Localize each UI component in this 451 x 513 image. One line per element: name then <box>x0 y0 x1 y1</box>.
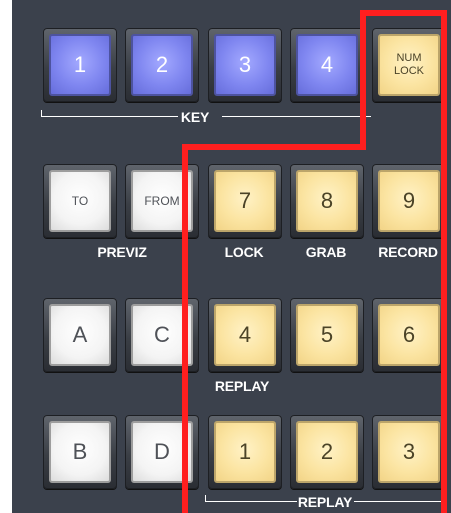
record-label: RECORD <box>378 244 438 260</box>
key-2b-label: 2 <box>320 439 334 464</box>
key-b-button[interactable]: B <box>43 415 117 489</box>
to-button[interactable]: TO <box>43 164 117 238</box>
key-4b-cap: 4 <box>214 304 276 366</box>
key-1-label: 1 <box>73 52 87 77</box>
key-2b-button[interactable]: 2 <box>290 415 364 489</box>
key-7-cap: 7 <box>214 170 276 232</box>
highlight-right-edge <box>441 10 447 513</box>
highlight-top-edge <box>360 10 447 16</box>
key-c-label: C <box>154 322 170 347</box>
key-a-button[interactable]: A <box>43 298 117 372</box>
key-group-rule-left <box>41 116 178 117</box>
key-9-label: 9 <box>402 188 416 213</box>
key-3b-cap: 3 <box>378 421 440 483</box>
previz-label: PREVIZ <box>97 244 147 260</box>
key-7-label: 7 <box>238 188 252 213</box>
key-b-cap: B <box>49 421 111 483</box>
key-1b-cap: 1 <box>214 421 276 483</box>
key-1-button[interactable]: 1 <box>43 28 117 102</box>
replay-group-tick-left <box>205 495 206 502</box>
to-cap: TO <box>49 170 111 232</box>
key-5-button[interactable]: 5 <box>290 298 364 372</box>
key-a-cap: A <box>49 304 111 366</box>
from-label: FROM <box>144 194 180 208</box>
to-label: TO <box>71 194 89 208</box>
highlight-upper-left-edge <box>360 10 366 150</box>
key-3-cap: 3 <box>214 34 276 96</box>
key-d-label: D <box>154 439 170 464</box>
key-3-button[interactable]: 3 <box>208 28 282 102</box>
key-1b-label: 1 <box>238 439 252 464</box>
key-2-button[interactable]: 2 <box>125 28 199 102</box>
highlight-middle-edge <box>182 144 366 150</box>
key-4b-button[interactable]: 4 <box>208 298 282 372</box>
key-5-cap: 5 <box>296 304 358 366</box>
key-8-label: 8 <box>320 188 334 213</box>
num-lock-line-1: NUM <box>396 52 422 65</box>
replay-group-rule-left <box>205 501 297 502</box>
key-3b-button[interactable]: 3 <box>372 415 446 489</box>
keypad-panel: 1 2 3 4 NUM LOCK KEY TO FROM 7 8 9 PREVI… <box>12 0 451 513</box>
key-9-button[interactable]: 9 <box>372 164 446 238</box>
key-6-button[interactable]: 6 <box>372 298 446 372</box>
key-group-label: KEY <box>180 109 210 125</box>
key-5-label: 5 <box>320 322 334 347</box>
key-4b-label: 4 <box>238 322 252 347</box>
key-b-label: B <box>72 439 88 464</box>
key-6-cap: 6 <box>378 304 440 366</box>
key-2-cap: 2 <box>131 34 193 96</box>
key-7-button[interactable]: 7 <box>208 164 282 238</box>
key-2-label: 2 <box>155 52 169 77</box>
replay-label-row3: REPLAY <box>214 378 270 394</box>
lock-label: LOCK <box>224 244 264 260</box>
grab-label: GRAB <box>305 244 347 260</box>
key-3-label: 3 <box>238 52 252 77</box>
key-1b-button[interactable]: 1 <box>208 415 282 489</box>
num-lock-label: NUM LOCK <box>394 52 424 77</box>
num-lock-cap: NUM LOCK <box>378 34 440 96</box>
key-4-button[interactable]: 4 <box>290 28 364 102</box>
key-1-cap: 1 <box>49 34 111 96</box>
key-4-cap: 4 <box>296 34 358 96</box>
key-4-label: 4 <box>320 52 334 77</box>
replay-group-rule-right <box>354 501 442 502</box>
replay-group-label: REPLAY <box>297 494 353 510</box>
key-group-rule-right <box>222 116 371 117</box>
key-8-button[interactable]: 8 <box>290 164 364 238</box>
key-a-label: A <box>72 322 88 347</box>
num-lock-button[interactable]: NUM LOCK <box>372 28 446 102</box>
key-9-cap: 9 <box>378 170 440 232</box>
key-3b-label: 3 <box>402 439 416 464</box>
highlight-left-edge <box>182 144 188 513</box>
key-6-label: 6 <box>402 322 416 347</box>
key-8-cap: 8 <box>296 170 358 232</box>
key-2b-cap: 2 <box>296 421 358 483</box>
num-lock-line-2: LOCK <box>394 65 424 77</box>
key-group-tick-left <box>41 110 42 117</box>
